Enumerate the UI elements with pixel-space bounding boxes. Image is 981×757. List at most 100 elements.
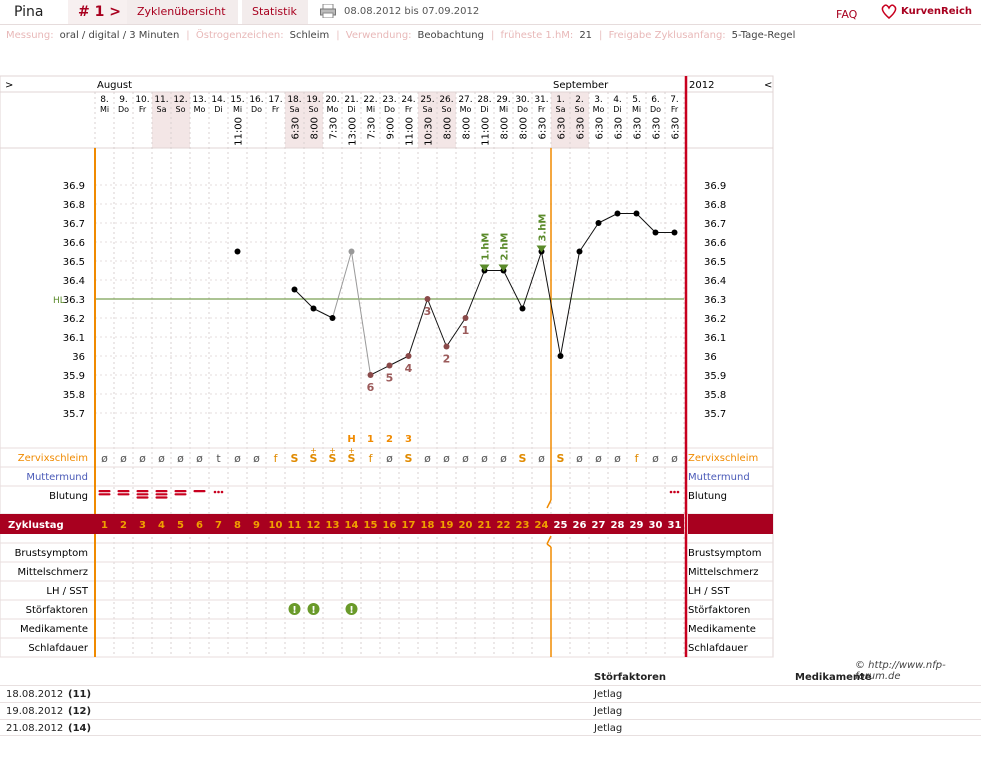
tab-zyklenuebersicht[interactable]: Zyklenübersicht (127, 0, 238, 24)
date-label: 14. (211, 95, 225, 105)
bleeding-mark (155, 493, 168, 496)
info-label: Messung: (6, 30, 54, 41)
cycle-day-number: 11 (288, 520, 302, 531)
date-label: 15. (230, 95, 244, 105)
ytick-label: 35.9 (704, 371, 726, 382)
ytick-label: 35.8 (704, 390, 726, 401)
mucus-symbol: S (405, 452, 413, 465)
temp-point (310, 305, 317, 312)
cycle-day-number: 24 (535, 520, 549, 531)
date-label: 12. (173, 95, 187, 105)
mucus-symbol: ø (576, 452, 583, 465)
weekday-label: Do (517, 105, 528, 114)
row-label-bottom: LH / SST (46, 586, 89, 597)
weekday-label: So (575, 105, 585, 114)
cycle-day-number: 10 (269, 520, 283, 531)
date-label: 24. (401, 95, 415, 105)
ytick-label: 35.9 (63, 371, 85, 382)
cycle-selector[interactable]: # 1 > (68, 0, 131, 24)
mucus-symbol: ø (253, 452, 260, 465)
ytick-label: 36 (704, 352, 717, 363)
mucus-symbol: ø (234, 452, 241, 465)
row-label-blutung: Blutung (688, 491, 727, 502)
cycle-day-number: 20 (459, 520, 473, 531)
weekday-label: Di (347, 105, 355, 114)
bleeding-spotting (220, 490, 224, 494)
tab-statistik[interactable]: Statistik (242, 0, 308, 24)
date-label: 1. (556, 95, 565, 105)
cycle-day-number: 31 (668, 520, 682, 531)
date-label: 13. (192, 95, 206, 105)
ytick-label: 36.5 (704, 257, 726, 268)
temp-point (519, 305, 526, 312)
mucus-symbol: S (291, 452, 299, 465)
cycle-day-number: 22 (497, 520, 511, 531)
time-label: 11:00 (234, 117, 245, 146)
bleeding-spotting (217, 490, 220, 494)
weekday-label: Fr (139, 105, 147, 114)
weekday-label: Sa (556, 105, 566, 114)
mucus-plus: + (348, 446, 355, 455)
temp-line-segment (313, 308, 333, 319)
stoerfaktor-icon-glyph: ! (311, 605, 316, 616)
info-label: früheste 1.hM: (500, 30, 574, 41)
time-label: 6:30 (671, 117, 682, 139)
time-label: 8:00 (500, 117, 511, 139)
mucus-symbol: ø (671, 452, 678, 465)
row-label-bottom: Medikamente (20, 624, 88, 635)
cycle-day-number: 4 (158, 520, 165, 531)
weekday-label: Do (650, 105, 661, 114)
print-icon[interactable] (320, 3, 336, 19)
mucus-symbol: ø (481, 452, 488, 465)
ytick-label: 36.6 (63, 238, 85, 249)
mucus-symbol: f (274, 452, 279, 465)
bleeding-spotting (676, 490, 680, 494)
faq-link[interactable]: FAQ (836, 8, 857, 21)
row-label-bottom: Brustsymptom (15, 548, 88, 559)
copyright: © http://www.nfp-forum.de (855, 660, 946, 682)
row-label-bottom: Medikamente (688, 624, 756, 635)
row-factor: Jetlag (594, 689, 623, 700)
bleeding-mark (98, 490, 111, 493)
mucus-plus: + (329, 446, 336, 455)
temp-point (386, 362, 393, 369)
time-label: 8:00 (443, 117, 454, 139)
date-label: 10. (135, 95, 149, 105)
cycle-day-number: 6 (196, 520, 203, 531)
mucus-symbol: f (635, 452, 640, 465)
ytick-label: 36.9 (63, 181, 85, 192)
year-label: 2012 (689, 80, 714, 91)
bleeding-mark (117, 493, 130, 496)
cycle-day-number: 9 (253, 520, 260, 531)
cycle-day-number: 3 (139, 520, 146, 531)
bleeding-spotting (213, 490, 217, 494)
weekday-label: Do (384, 105, 395, 114)
cycle-day-number: 5 (177, 520, 184, 531)
ytick-label: 36.8 (704, 200, 726, 211)
date-label: 22. (363, 95, 377, 105)
mucus-symbol: ø (120, 452, 127, 465)
temp-point (652, 229, 659, 236)
temp-point (348, 248, 355, 255)
mucus-symbol: f (369, 452, 374, 465)
row-label-zervix: Zervixschleim (688, 453, 758, 464)
ytick-label: 36.6 (704, 238, 726, 249)
temp-point (367, 372, 374, 378)
mucus-symbol: ø (424, 452, 431, 465)
bleeding-mark (174, 493, 187, 496)
temp-point (576, 248, 583, 255)
mucus-peak-label: 3 (405, 434, 412, 445)
date-range: 08.08.2012 bis 07.09.2012 (344, 6, 480, 17)
weekday-label: Di (480, 105, 488, 114)
date-label: 2. (575, 95, 584, 105)
brand-logo-icon[interactable] (880, 3, 898, 19)
brand-name[interactable]: KurvenReich (901, 6, 972, 17)
time-label: 6:30 (595, 117, 606, 139)
ytick-label: 35.7 (704, 409, 726, 420)
mucus-symbol: S (519, 452, 527, 465)
mucus-symbol: ø (139, 452, 146, 465)
cycle-day-number: 17 (402, 520, 416, 531)
cycle-day-number: 23 (516, 520, 530, 531)
ovulation-line (546, 499, 552, 509)
hl-label: HL (53, 296, 65, 306)
